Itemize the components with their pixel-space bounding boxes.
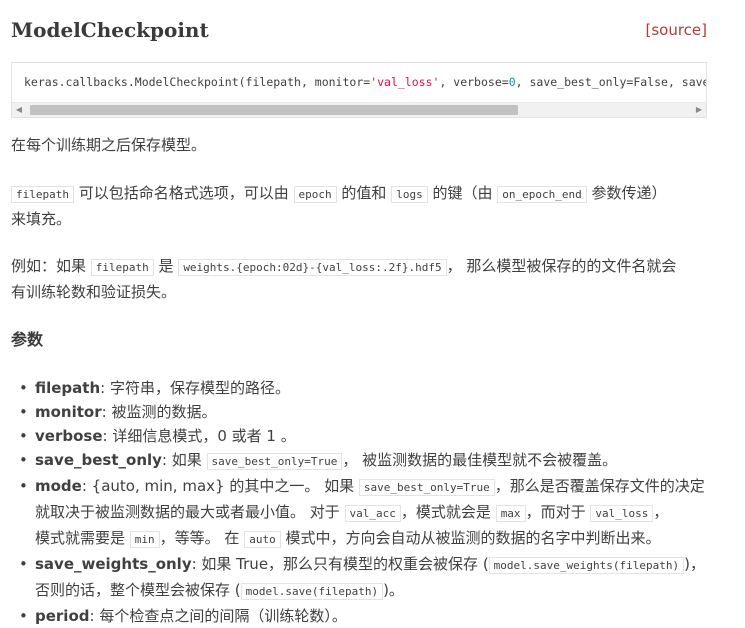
params-heading: 参数 [11,330,44,349]
param-save-best-only: save_best_only: 如果 save_best_only=True， … [11,448,707,474]
scrollbar-thumb[interactable] [30,105,518,115]
text-span: ，那么是否覆盖保存文件的决定 [494,477,705,495]
text-span: 参数传递） [586,184,667,202]
signature-monitor-value: 'val_loss' [370,75,440,89]
text-span: 有训练轮数和验证损失。 [11,283,177,301]
param-name: filepath [35,379,101,397]
inline-code-epoch: epoch [293,186,337,203]
signature-prefix: keras.callbacks.ModelCheckpoint(filepath… [24,75,371,89]
inline-code-save-best-only: save_best_only=True [358,479,495,496]
param-desc: : 被监测的数据。 [101,403,217,421]
text-span: )， [684,555,705,573]
inline-code-auto: auto [244,531,281,548]
page-title: ModelCheckpoint [11,18,209,42]
text-span: ，而对于 [525,503,591,521]
inline-code-logs: logs [391,186,428,203]
text-span: ，模式就会是 [400,503,496,521]
example-text: 例如：如果 filepath 是 weights.{epoch:02d}-{va… [11,254,707,304]
param-mode: mode: {auto, min, max} 的其中之一。 如果 save_be… [11,474,707,552]
text-span: 例如：如果 [11,257,91,275]
inline-code-on-epoch-end: on_epoch_end [497,186,587,203]
param-name: mode [35,477,82,495]
text-span: 是 [153,257,179,275]
text-span: 否则的话，整个模型会被保存 ( [35,581,241,599]
text-span: ， 被监测数据的最佳模型就不会被覆盖。 [342,451,618,469]
param-name: verbose [35,427,103,445]
text-span: ， [653,503,669,521]
text-span: ， 那么模型被保存的的文件名就会 [446,257,677,275]
param-name: save_best_only [35,451,162,469]
inline-code-model-save: model.save(filepath) [240,583,384,600]
inline-code-max: max [495,505,526,522]
inline-code-filepath: filepath [90,259,154,276]
text-span: 就取决于被监测数据的最大或者最小值。 对于 [35,503,345,521]
text-span: )。 [383,581,404,599]
inline-code-filepath: filepath [11,186,74,203]
param-desc: : 字符串，保存模型的路径。 [100,379,290,397]
text-span: : 如果 [161,451,207,469]
text-span: 来填充。 [11,210,72,228]
inline-code-save-best-only: save_best_only=True [206,453,343,470]
text-span: 模式就需要是 [35,529,130,547]
inline-code-val-acc: val_acc [344,505,401,522]
source-link[interactable]: [source] [645,20,707,40]
param-period: period: 每个检查点之间的间隔（训练轮数）。 [11,604,707,628]
param-monitor: monitor: 被监测的数据。 [11,400,707,424]
inline-code-min: min [129,531,160,548]
inline-code-save-weights: model.save_weights(filepath) [488,557,685,574]
scroll-left-arrow-icon[interactable]: ◀ [12,103,26,117]
scroll-right-arrow-icon[interactable]: ▶ [692,103,706,117]
inline-code-filename-pattern: weights.{epoch:02d}-{val_loss:.2f}.hdf5 [178,259,447,276]
param-name: monitor [35,403,102,421]
param-name: period [35,607,90,625]
param-desc: : 详细信息模式，0 或者 1 。 [102,427,296,445]
text-span: 的值和 [336,184,392,202]
signature-verbose-value: 0 [508,75,516,89]
inline-code-val-loss: val_loss [590,505,654,522]
signature-code-block[interactable]: keras.callbacks.ModelCheckpoint(filepath… [11,62,707,118]
text-span: 的键（由 [427,184,498,202]
signature-suffix: , save_best_only=False, save_weig [515,75,707,89]
params-list: filepath: 字符串，保存模型的路径。 monitor: 被监测的数据。 … [11,376,707,628]
intro-text: 在每个训练期之后保存模型。 [11,136,207,154]
text-span: 可以包括命名格式选项，可以由 [73,184,294,202]
title-row: ModelCheckpoint [source] [11,14,707,46]
param-verbose: verbose: 详细信息模式，0 或者 1 。 [11,424,707,448]
text-span: : 如果 True，那么只有模型的权重会被保存 ( [191,555,489,573]
text-span: : {auto, min, max} 的其中之一。 如果 [81,477,359,495]
filepath-description: filepath 可以包括命名格式选项，可以由 epoch 的值和 logs 的… [11,181,707,231]
text-span: ，等等。 在 [159,529,245,547]
text-span: 模式中，方向会自动从被监测的数据的名字中判断出来。 [280,529,661,547]
param-filepath: filepath: 字符串，保存模型的路径。 [11,376,707,400]
param-desc: : 每个检查点之间的间隔（训练轮数）。 [89,607,347,625]
signature-mid: , verbose= [439,75,509,89]
signature-code: keras.callbacks.ModelCheckpoint(filepath… [24,73,707,91]
param-name: save_weights_only [35,555,192,573]
horizontal-scrollbar[interactable]: ◀ ▶ [12,102,706,117]
param-save-weights-only: save_weights_only: 如果 True，那么只有模型的权重会被保存… [11,552,707,604]
